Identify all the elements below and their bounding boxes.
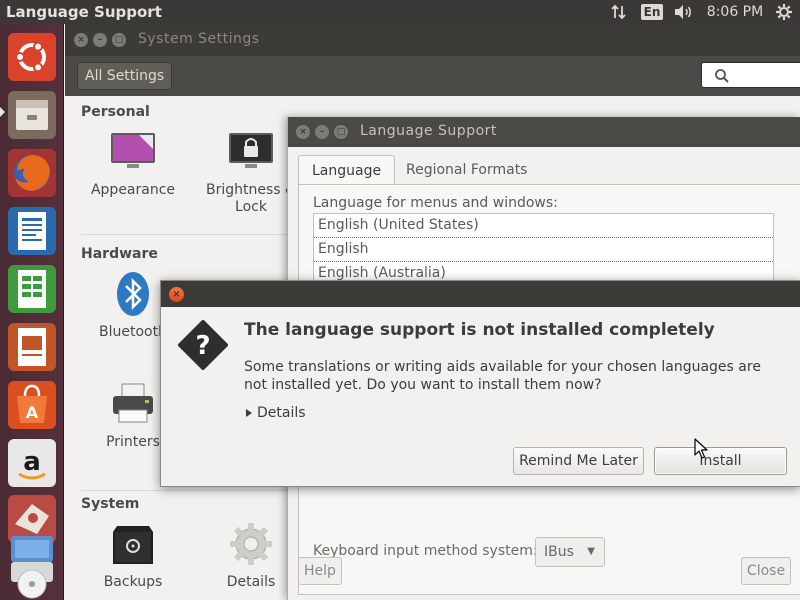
install-button[interactable]: Install	[654, 447, 787, 475]
search-input[interactable]	[701, 62, 800, 88]
keyboard-layout-label: En	[640, 4, 664, 20]
settings-close-button[interactable]: ×	[74, 33, 88, 47]
volume-icon[interactable]	[671, 0, 697, 24]
lang-close-button[interactable]: ×	[296, 125, 310, 139]
list-item[interactable]: English	[314, 238, 773, 262]
active-app-title: Language Support	[6, 3, 162, 21]
search-icon	[715, 69, 729, 83]
expander-triangle-icon	[246, 409, 252, 417]
remind-me-later-button[interactable]: Remind Me Later	[513, 447, 644, 475]
dialog-close-button[interactable]: ×	[169, 287, 184, 302]
menus-language-label: Language for menus and windows:	[313, 195, 558, 211]
details-label: Details	[257, 405, 306, 421]
amazon-icon[interactable]: a	[7, 438, 57, 488]
settings-toolbar: All Settings	[65, 56, 800, 96]
firefox-icon[interactable]	[7, 148, 57, 198]
gear-icon[interactable]	[773, 0, 795, 24]
close-button[interactable]: Close	[741, 557, 791, 585]
settings-titlebar: × – □ System Settings	[65, 24, 800, 56]
tile-label: Appearance	[90, 182, 176, 198]
top-panel: Language Support En 8:06 PM	[0, 0, 800, 24]
list-item[interactable]: English (United States)	[314, 214, 773, 238]
details-expander[interactable]: Details	[246, 405, 306, 421]
printer-icon	[109, 380, 157, 428]
all-settings-button[interactable]: All Settings	[77, 62, 173, 90]
tab-language[interactable]: Language	[298, 155, 396, 185]
tile-backups[interactable]: Backups	[73, 520, 193, 591]
bluetooth-icon	[109, 270, 157, 318]
section-personal: Personal	[81, 104, 150, 120]
lock-screen-icon	[227, 128, 275, 176]
help-button[interactable]: Help	[298, 557, 342, 585]
settings-maximize-button[interactable]: □	[112, 33, 126, 47]
impress-icon[interactable]	[7, 322, 57, 372]
tile-label: Backups	[103, 574, 163, 590]
launcher: A a	[0, 24, 64, 600]
details-gear-icon	[227, 520, 275, 568]
ubuntu-dash-icon[interactable]	[7, 32, 57, 82]
question-icon: ?	[178, 320, 228, 370]
divider	[81, 234, 301, 235]
keyboard-input-select[interactable]: IBus ▼	[535, 537, 605, 567]
keyboard-layout-indicator[interactable]: En	[640, 0, 664, 24]
files-icon[interactable]	[7, 90, 57, 140]
dialog-message: Some translations or writing aids availa…	[244, 359, 761, 393]
backups-icon	[109, 520, 157, 568]
dialog-titlebar: ×	[161, 281, 800, 307]
svg-text:a: a	[23, 447, 41, 477]
section-hardware: Hardware	[81, 246, 158, 262]
settings-minimize-button[interactable]: –	[93, 33, 107, 47]
language-list[interactable]: English (United States) English English …	[313, 213, 774, 283]
calc-icon[interactable]	[7, 264, 57, 314]
keyboard-input-value: IBus	[544, 544, 574, 560]
tile-appearance[interactable]: Appearance	[73, 128, 193, 199]
mouse-cursor-icon	[694, 438, 708, 459]
software-center-icon[interactable]: A	[7, 380, 57, 430]
divider	[81, 490, 301, 491]
clock[interactable]: 8:06 PM	[704, 0, 766, 24]
keyboard-input-label: Keyboard input method system:	[313, 543, 538, 559]
writer-icon[interactable]	[7, 206, 57, 256]
lang-minimize-button[interactable]: –	[315, 125, 329, 139]
language-support-titlebar: × – □ Language Support	[288, 117, 800, 147]
language-support-title: Language Support	[360, 123, 497, 139]
appearance-icon	[109, 128, 157, 176]
settings-title: System Settings	[138, 31, 260, 47]
dialog-heading: The language support is not installed co…	[244, 320, 715, 340]
svg-text:A: A	[26, 403, 39, 422]
network-updown-icon[interactable]	[608, 0, 630, 24]
tab-regional-formats[interactable]: Regional Formats	[393, 155, 540, 185]
running-indicator	[0, 107, 5, 117]
dvd-icon[interactable]	[7, 556, 57, 600]
section-system: System	[81, 496, 140, 512]
lang-maximize-button[interactable]: □	[334, 125, 348, 139]
chevron-down-icon: ▼	[587, 546, 595, 557]
svg-text:?: ?	[195, 331, 210, 361]
